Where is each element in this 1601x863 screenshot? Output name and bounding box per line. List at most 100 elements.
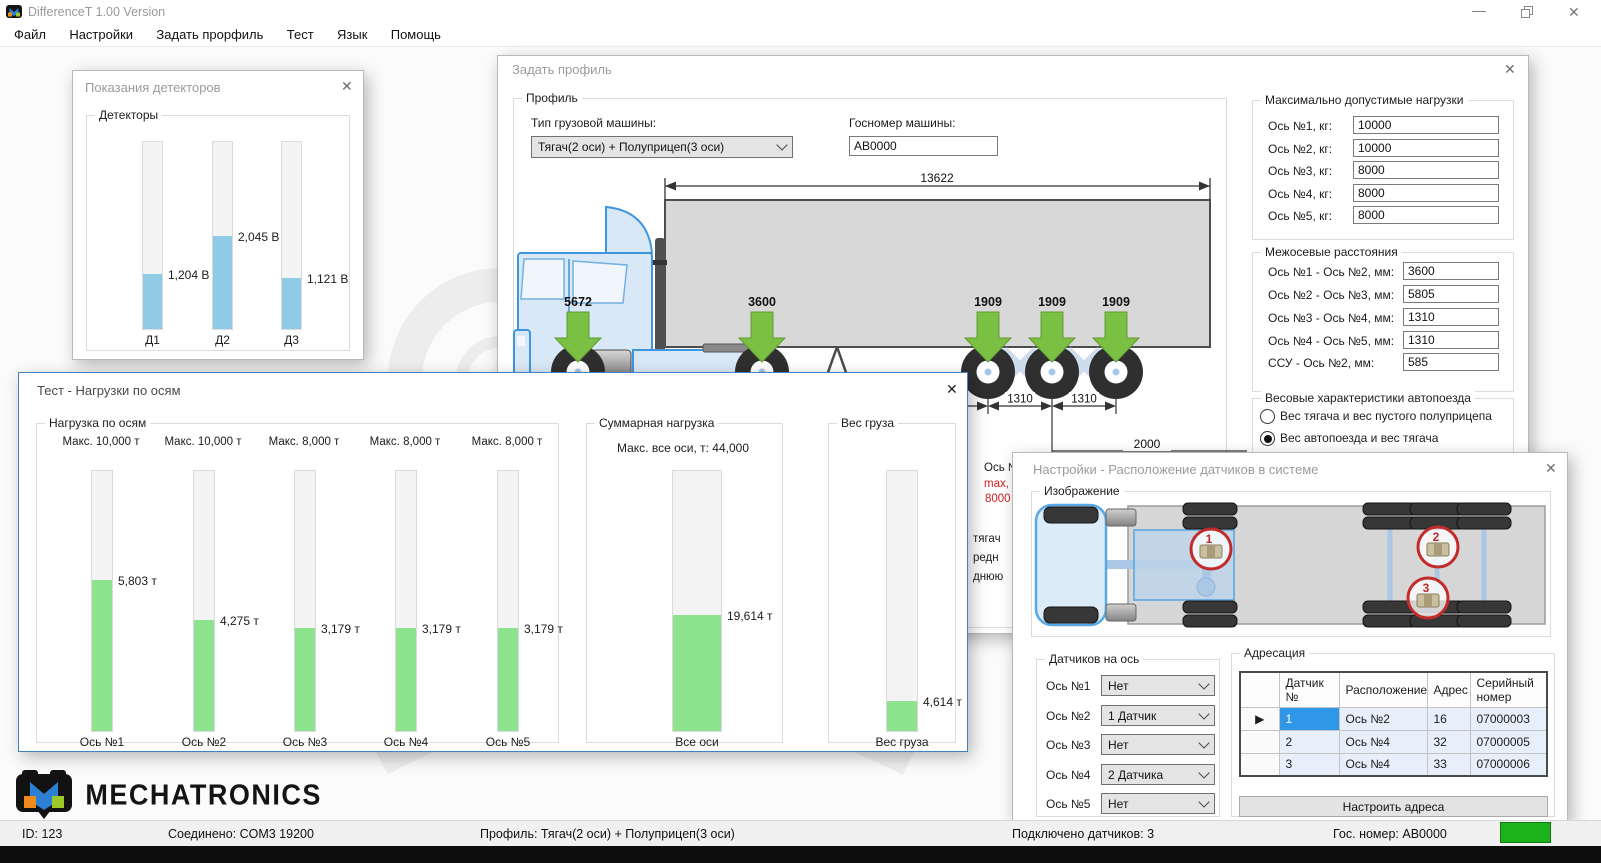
- table-row[interactable]: 3 Ось №4 33 07000006: [1240, 753, 1547, 776]
- total-max-label: Макс. все оси, т: 44,000: [617, 441, 749, 455]
- truck-type-combobox[interactable]: Тягач(2 оси) + Полуприцеп(3 оси): [531, 136, 793, 158]
- axle2-max-label: Макс. 10,000 т: [164, 436, 241, 448]
- svg-text:2000: 2000: [1134, 437, 1161, 451]
- menu-help[interactable]: Помощь: [381, 24, 451, 45]
- axle3-sensors-combobox[interactable]: Нет: [1101, 734, 1215, 755]
- close-icon-test[interactable]: ✕: [946, 382, 958, 396]
- axle5-max-label: Макс. 8,000 т: [472, 436, 543, 448]
- status-id: ID: 123: [22, 827, 62, 841]
- axle4-gauge: 3,179 тОсь №4: [395, 470, 417, 732]
- axle4-sensors-combobox[interactable]: 2 Датчика: [1101, 764, 1215, 785]
- menu-set-profile[interactable]: Задать прорфиль: [146, 24, 273, 45]
- status-indicator: [1500, 822, 1551, 843]
- close-icon-detectors[interactable]: ✕: [341, 79, 353, 93]
- app-title: DifferenceT 1.00 Version: [28, 5, 165, 19]
- plate-input[interactable]: AB0000: [849, 136, 998, 156]
- app-logo-icon: [6, 4, 22, 20]
- menu-test[interactable]: Тест: [277, 24, 324, 45]
- close-button-main[interactable]: ✕: [1568, 4, 1580, 21]
- configure-addresses-button[interactable]: Настроить адреса: [1239, 796, 1548, 817]
- menu-file[interactable]: Файл: [4, 24, 56, 45]
- svg-text:2: 2: [1433, 530, 1440, 544]
- sensor-3-icon: 3: [1408, 578, 1448, 618]
- restore-button[interactable]: [1521, 6, 1534, 19]
- axle3-gauge: 3,179 тОсь №3: [294, 470, 316, 732]
- axle1-max-label: Макс. 10,000 т: [62, 436, 139, 448]
- svg-text:5672: 5672: [564, 295, 592, 309]
- svg-text:1310: 1310: [1071, 394, 1097, 406]
- max-load-axle3-input[interactable]: 8000: [1353, 161, 1499, 179]
- chevron-down-icon: [1198, 737, 1209, 748]
- axle4-max-label: Макс. 8,000 т: [370, 436, 441, 448]
- spacing-3-4-input[interactable]: 1310: [1403, 308, 1499, 326]
- brand-logo: MECHATRONICS: [16, 770, 322, 820]
- svg-text:3: 3: [1423, 581, 1430, 595]
- svg-text:1909: 1909: [974, 295, 1002, 309]
- radio-tractor-empty-trailer[interactable]: [1260, 409, 1275, 424]
- chevron-down-icon: [1198, 767, 1209, 778]
- status-sensors-count: Подключено датчиков: 3: [1012, 827, 1154, 841]
- svg-text:1909: 1909: [1038, 295, 1066, 309]
- sensor-1-icon: 1: [1191, 529, 1231, 569]
- table-row[interactable]: ▶ 1 Ось №2 16 07000003: [1240, 707, 1547, 730]
- close-icon-sensors[interactable]: ✕: [1545, 461, 1557, 475]
- brand-logo-text: MECHATRONICS: [85, 779, 322, 812]
- detectors-window-title: Показания детекторов: [85, 80, 221, 95]
- spacing-1-2-input[interactable]: 3600: [1403, 262, 1499, 280]
- axle3-max-label: Макс. 8,000 т: [269, 436, 340, 448]
- spacing-2-3-input[interactable]: 5805: [1403, 285, 1499, 303]
- set-profile-window-title: Задать профиль: [512, 62, 612, 77]
- total-load-gauge: 19,614 тВсе оси: [672, 470, 722, 732]
- truck-type-label: Тип грузовой машины:: [531, 116, 656, 130]
- chevron-down-icon: [776, 139, 787, 150]
- main-titlebar: DifferenceT 1.00 Version — ✕: [0, 0, 1601, 25]
- radio-train-and-tractor[interactable]: [1260, 431, 1275, 446]
- max-load-axle5-input[interactable]: 8000: [1353, 206, 1499, 224]
- window-test-loads: Тест - Нагрузки по осям ✕ Нагрузка по ос…: [18, 372, 968, 752]
- detector-gauge-3: 1,121 ВД3: [281, 141, 302, 330]
- status-plate: Гос. номер: AB0000: [1333, 827, 1447, 841]
- detector-gauge-1: 1,204 ВД1: [142, 141, 163, 330]
- axle5-gauge: 3,179 тОсь №5: [497, 470, 519, 732]
- minimize-button[interactable]: —: [1472, 2, 1486, 18]
- axle2-sensors-combobox[interactable]: 1 Датчик: [1101, 705, 1215, 726]
- max-load-axle1-input[interactable]: 10000: [1353, 116, 1499, 134]
- chevron-down-icon: [1198, 678, 1209, 689]
- close-icon-profile[interactable]: ✕: [1504, 62, 1516, 76]
- svg-text:1310: 1310: [1007, 394, 1033, 406]
- kingpin: [1197, 578, 1215, 596]
- spacing-ssu-2-input[interactable]: 585: [1403, 353, 1499, 371]
- rear-spacing-dims: [966, 406, 1247, 451]
- brand-logo-icon: [16, 770, 72, 820]
- test-window-title: Тест - Нагрузки по осям: [37, 383, 181, 398]
- svg-text:1: 1: [1206, 532, 1213, 546]
- plate-label: Госномер машины:: [849, 116, 955, 130]
- svg-text:1909: 1909: [1102, 295, 1130, 309]
- total-length-value: 13622: [920, 171, 954, 185]
- addressing-table: Датчик № Расположение Адрес Серийный ном…: [1239, 671, 1548, 777]
- cargo-weight-gauge: 4,614 тВес груза: [886, 470, 918, 732]
- chevron-down-icon: [1198, 708, 1209, 719]
- max-load-axle2-input[interactable]: 10000: [1353, 139, 1499, 157]
- detector-gauge-2: 2,045 ВД2: [212, 141, 233, 330]
- table-row[interactable]: 2 Ось №4 32 07000005: [1240, 730, 1547, 753]
- axle1-sensors-combobox[interactable]: Нет: [1101, 675, 1215, 696]
- axle1-gauge: 5,803 тОсь №1: [91, 470, 113, 732]
- menu-language[interactable]: Язык: [327, 24, 377, 45]
- status-connection: Соединено: COM3 19200: [168, 827, 314, 841]
- axle2-gauge: 4,275 тОсь №2: [193, 470, 215, 732]
- menu-settings[interactable]: Настройки: [59, 24, 143, 45]
- trailer-box: [665, 200, 1210, 347]
- sensors-window-title: Настройки - Расположение датчиков в сист…: [1033, 462, 1318, 477]
- main-menubar: Файл Настройки Задать прорфиль Тест Язык…: [0, 24, 1601, 47]
- axle5-sensors-combobox[interactable]: Нет: [1101, 793, 1215, 814]
- row-marker-icon: ▶: [1240, 707, 1279, 730]
- status-profile: Профиль: Тягач(2 оси) + Полуприцеп(3 оси…: [480, 827, 735, 841]
- truck-top-view: 1 2 3: [1034, 500, 1546, 630]
- chevron-down-icon: [1198, 796, 1209, 807]
- max-load-axle4-input[interactable]: 8000: [1353, 184, 1499, 202]
- spacing-4-5-input[interactable]: 1310: [1403, 331, 1499, 349]
- svg-text:3600: 3600: [748, 295, 776, 309]
- taskbar-strip: [0, 846, 1601, 863]
- sensor-2-icon: 2: [1418, 527, 1458, 567]
